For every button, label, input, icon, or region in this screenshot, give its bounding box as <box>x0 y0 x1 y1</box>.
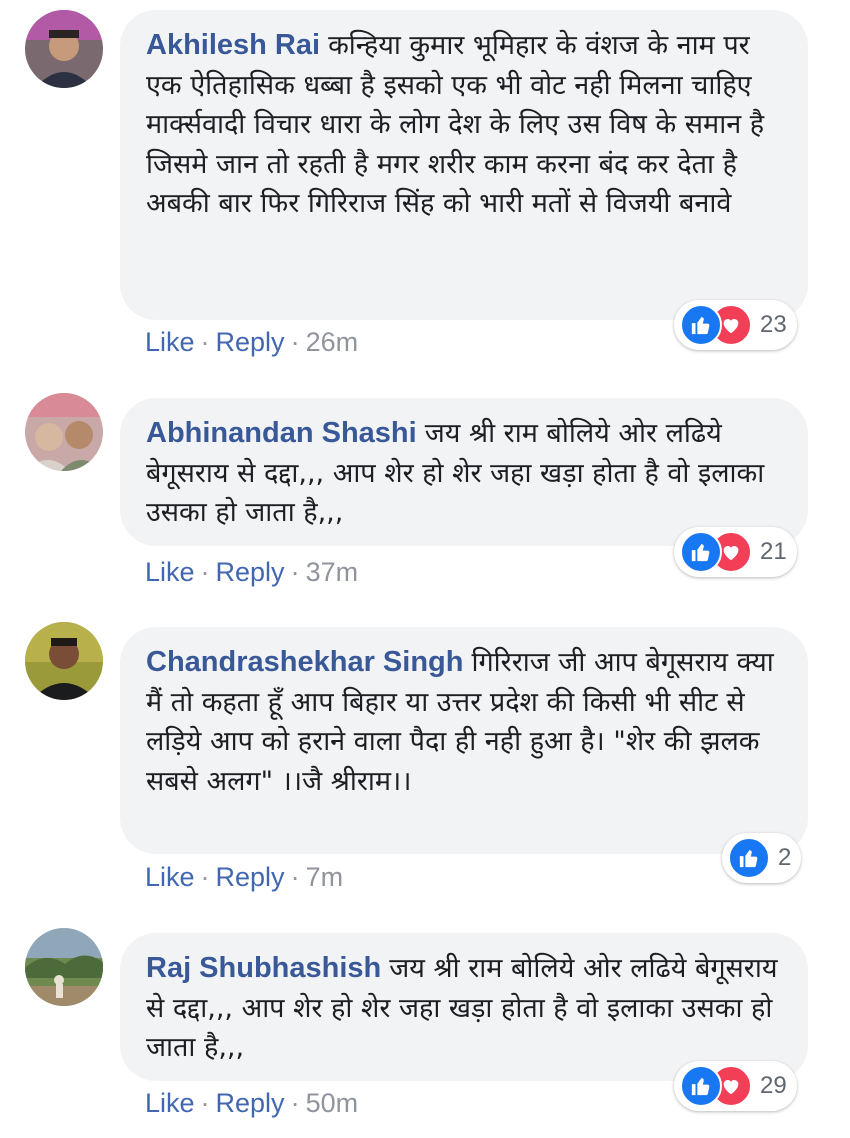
avatar[interactable] <box>25 622 103 700</box>
reactions-summary[interactable]: 2 <box>722 833 802 883</box>
timestamp[interactable]: 7m <box>306 862 344 892</box>
separator: · <box>200 1088 210 1118</box>
comment-actions: Like · Reply · 50m <box>145 1088 358 1119</box>
reply-link[interactable]: Reply <box>216 1088 285 1118</box>
separator: · <box>200 327 210 357</box>
separator: · <box>290 557 300 587</box>
reaction-count: 2 <box>778 844 792 871</box>
timestamp[interactable]: 50m <box>306 1088 359 1118</box>
separator: · <box>290 327 300 357</box>
comment-bubble: Akhilesh Rai कन्हिया कुमार भूमिहार के वंश… <box>120 10 808 320</box>
reply-link[interactable]: Reply <box>216 862 285 892</box>
like-icon <box>680 531 722 573</box>
avatar[interactable] <box>25 928 103 1006</box>
separator: · <box>200 862 210 892</box>
reaction-count: 21 <box>760 538 787 565</box>
timestamp[interactable]: 26m <box>306 327 359 357</box>
like-icon <box>680 304 722 346</box>
like-icon <box>680 1065 722 1107</box>
avatar[interactable] <box>25 393 103 471</box>
comment-actions: Like · Reply · 7m <box>145 862 343 893</box>
reply-link[interactable]: Reply <box>216 557 285 587</box>
comment-author[interactable]: Abhinandan Shashi <box>146 417 417 449</box>
like-link[interactable]: Like <box>145 1088 195 1118</box>
reaction-count: 29 <box>760 1072 787 1099</box>
comment-bubble: Chandrashekhar Singh गिरिराज जी आप बेगूसर… <box>120 627 808 854</box>
comment-author[interactable]: Raj Shubhashish <box>146 952 381 984</box>
reaction-count: 23 <box>760 311 787 338</box>
comment-author[interactable]: Akhilesh Rai <box>146 29 320 61</box>
comment-bubble: Abhinandan Shashi जय श्री राम बोलिये ओर ल… <box>120 398 808 546</box>
like-link[interactable]: Like <box>145 557 195 587</box>
avatar[interactable] <box>25 10 103 88</box>
reactions-summary[interactable]: 29 <box>674 1061 797 1111</box>
avatar-photo <box>25 393 103 471</box>
like-link[interactable]: Like <box>145 327 195 357</box>
reply-link[interactable]: Reply <box>216 327 285 357</box>
comment-bubble: Raj Shubhashish जय श्री राम बोलिये ओर लढि… <box>120 933 808 1081</box>
timestamp[interactable]: 37m <box>306 557 359 587</box>
avatar-photo <box>25 10 103 88</box>
avatar-photo <box>25 928 103 1006</box>
reactions-summary[interactable]: 21 <box>674 527 797 577</box>
separator: · <box>200 557 210 587</box>
comment-actions: Like · Reply · 26m <box>145 327 358 358</box>
like-link[interactable]: Like <box>145 862 195 892</box>
avatar-photo <box>25 622 103 700</box>
reactions-summary[interactable]: 23 <box>674 300 797 350</box>
separator: · <box>290 1088 300 1118</box>
comment-author[interactable]: Chandrashekhar Singh <box>146 646 463 678</box>
separator: · <box>290 862 300 892</box>
comment-actions: Like · Reply · 37m <box>145 557 358 588</box>
like-icon <box>728 837 770 879</box>
